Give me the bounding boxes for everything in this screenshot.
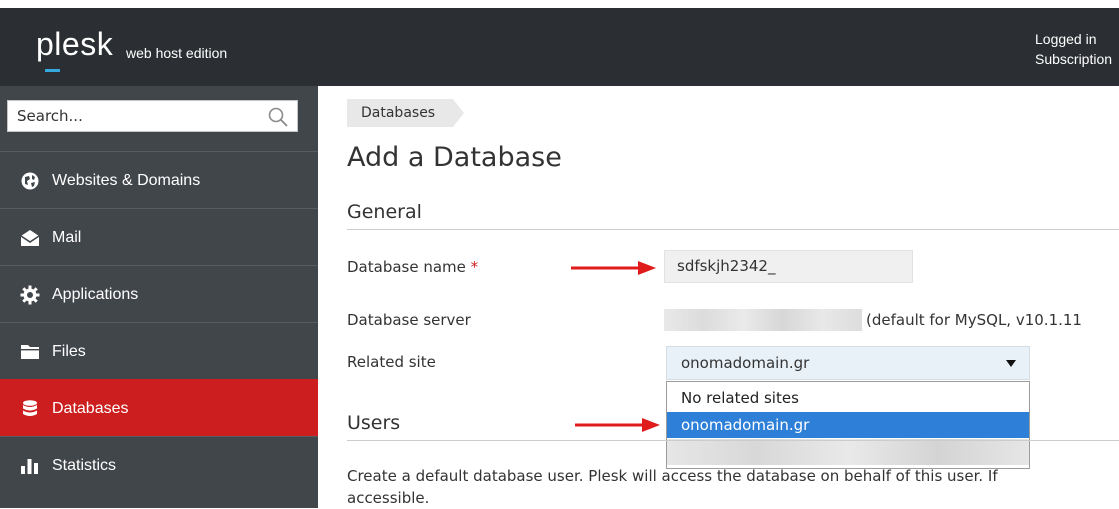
users-description-line: Create a default database user. Plesk wi… (347, 467, 998, 485)
sidebar-item-label: Databases (52, 400, 129, 417)
sidebar-item-files[interactable]: Files (0, 322, 318, 379)
section-divider (347, 440, 1119, 441)
dropdown-option-redacted[interactable] (667, 439, 1029, 465)
sidebar-item-label: Mail (52, 229, 82, 246)
database-name-input[interactable]: sdfskjh2342_ (664, 250, 913, 283)
section-heading-users: Users (347, 412, 401, 434)
database-name-label-text: Database name (347, 258, 466, 276)
users-description: Create a default database user. Plesk wi… (347, 465, 1119, 509)
related-site-label: Related site (347, 353, 436, 371)
logged-in-label[interactable]: Logged in (1035, 29, 1112, 49)
page-title: Add a Database (347, 142, 562, 173)
logo-edition-label: web host edition (126, 45, 228, 61)
sidebar-item-applications[interactable]: Applications (0, 265, 318, 322)
breadcrumb-label[interactable]: Databases (361, 99, 435, 127)
sidebar-item-label: Applications (52, 286, 139, 303)
sidebar-item-label: Statistics (52, 457, 117, 474)
globe-icon (21, 172, 39, 190)
plesk-logo[interactable]: plesk (36, 27, 113, 61)
top-bar: plesk web host edition Logged in Subscri… (0, 8, 1119, 86)
folder-icon (21, 345, 39, 359)
subscription-label[interactable]: Subscription (1035, 49, 1112, 69)
sidebar-item-label: Websites & Domains (52, 172, 201, 189)
users-description-line: accessible. (347, 489, 430, 507)
database-icon (23, 400, 37, 416)
database-server-value-redacted (664, 309, 862, 331)
search-input[interactable]: Search... (17, 101, 83, 131)
bar-chart-icon (21, 459, 38, 474)
related-site-selected-value[interactable]: onomadomain.gr (681, 347, 809, 379)
database-name-label: Database name * (347, 257, 478, 277)
mail-icon (20, 230, 40, 246)
search-box[interactable]: Search... (7, 100, 298, 132)
sidebar: Search... Websites & Domains Mail Applic… (0, 86, 318, 508)
gear-icon (20, 285, 40, 305)
search-icon[interactable] (267, 106, 289, 128)
section-heading-general: General (347, 201, 422, 223)
sidebar-item-statistics[interactable]: Statistics (0, 436, 318, 493)
logo-accent-bar (45, 69, 60, 72)
dropdown-option-no-related-sites[interactable]: No related sites (667, 385, 1029, 411)
sidebar-item-databases[interactable]: Databases (0, 379, 318, 436)
annotation-arrow-icon (575, 418, 660, 432)
sidebar-item-websites-domains[interactable]: Websites & Domains (0, 151, 318, 208)
account-info: Logged in Subscription (1035, 29, 1112, 69)
annotation-arrow-icon (571, 261, 656, 275)
section-divider (347, 229, 1119, 230)
required-marker: * (470, 258, 479, 276)
dropdown-option-onomadomain[interactable]: onomadomain.gr (667, 412, 1029, 438)
related-site-select[interactable]: onomadomain.gr (666, 346, 1030, 380)
sidebar-item-label: Files (52, 343, 86, 360)
breadcrumb[interactable]: Databases (347, 99, 464, 127)
related-site-dropdown[interactable]: No related sites onomadomain.gr (666, 381, 1030, 469)
database-server-note: (default for MySQL, v10.1.11 (866, 311, 1082, 329)
database-name-value[interactable]: sdfskjh2342_ (677, 251, 775, 282)
sidebar-item-mail[interactable]: Mail (0, 208, 318, 265)
caret-down-icon[interactable] (1006, 360, 1016, 368)
database-server-label: Database server (347, 311, 471, 329)
